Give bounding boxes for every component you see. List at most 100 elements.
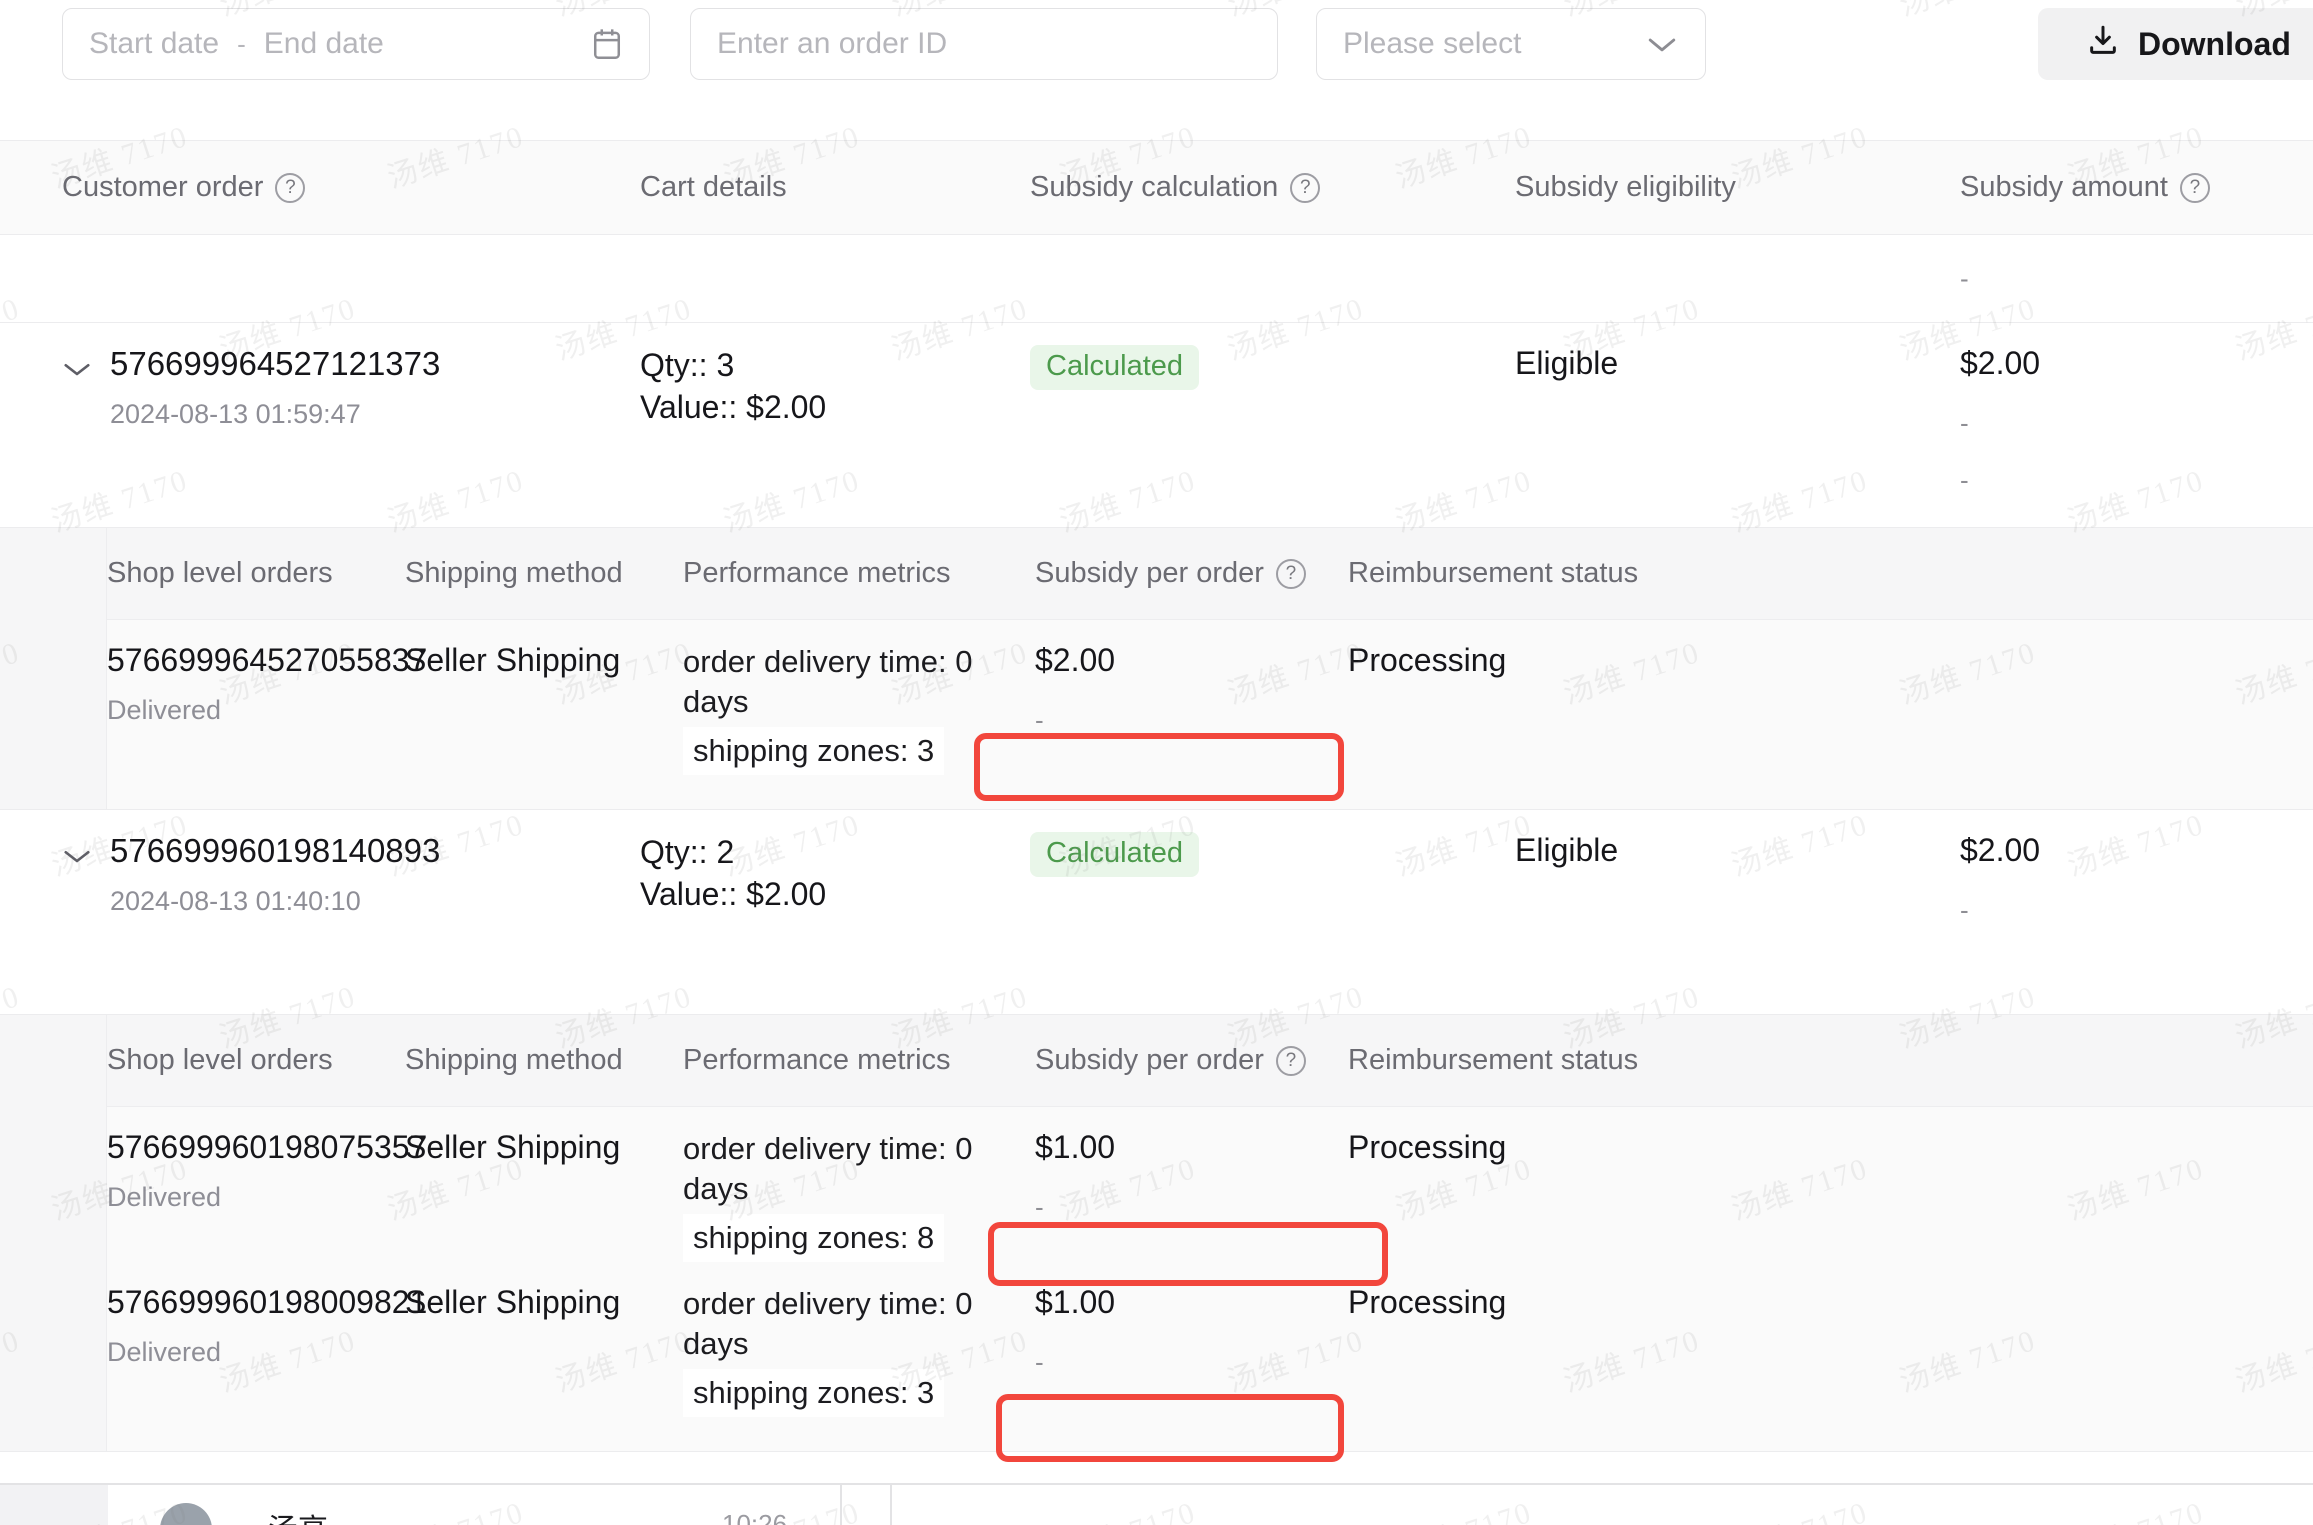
subsidy-per-order-cell: $2.00 - [1035,642,1348,775]
shop-order-cell: 576699960198009821 Delivered [107,1284,428,1417]
end-date-placeholder: End date [263,27,384,60]
expand-gutter [0,1015,107,1452]
shipping-method-cell: Seller Shipping [405,1284,683,1417]
shop-order-id: 576699964527055837 [107,642,428,678]
shipping-method-cell: Seller Shipping [405,642,683,775]
shop-order-cell: 576699964527055837 Delivered [107,642,428,775]
status-select-placeholder: Please select [1343,27,1522,60]
order-id-placeholder: Enter an order ID [717,27,948,60]
page-root: Start date - End date Enter an order ID … [0,0,2313,1525]
sub-column-header-performance-metrics: Performance metrics [683,557,1035,590]
subsidy-amount-dash: - [1960,895,1969,926]
start-date-placeholder: Start date [89,27,220,60]
subsidy-per-order-cell: $1.00 - [1035,1129,1348,1262]
sub-column-header-subsidy-per-order: Subsidy per order ? [1035,1044,1348,1077]
subsidy-eligibility-cell: Eligible [1515,345,1960,527]
subsidy-eligibility-cell: Eligible [1515,832,1960,1014]
performance-metrics-cell: order delivery time: 0 days shipping zon… [683,642,1035,776]
calendar-icon [591,27,623,61]
bottom-chat-strip: 汤高 10:26 [0,1483,2313,1525]
sub-table-row[interactable]: 576699960198009821 Delivered Seller Ship… [107,1262,2313,1452]
shop-order-status: Delivered [107,694,222,725]
help-icon[interactable]: ? [275,172,306,203]
subsidy-table: Customer order ? Cart details Subsidy ca… [0,140,2313,1453]
performance-metrics-cell: order delivery time: 0 days shipping zon… [683,1129,1035,1263]
cart-value: Value:: $2.00 [640,875,827,912]
table-row[interactable]: 576699964527121373 2024-08-13 01:59:47 Q… [0,323,2313,528]
shipping-method-value: Seller Shipping [405,1284,621,1321]
sub-table-row[interactable]: 576699960198075357 Delivered Seller Ship… [107,1107,2313,1263]
table-row-partial: - [0,235,2313,323]
sub-column-header-reimbursement-status: Reimbursement status [1348,557,1828,590]
column-header-label: Subsidy eligibility [1515,171,1736,203]
avatar[interactable] [160,1503,212,1525]
table-row[interactable]: 576699960198140893 2024-08-13 01:40:10 Q… [0,810,2313,1016]
strip-divider [0,1483,2313,1485]
column-header-subsidy-eligibility: Subsidy eligibility [1515,171,1960,204]
shipping-method-value: Seller Shipping [405,642,621,678]
reimbursement-status-value: Processing [1348,1129,1507,1166]
subsidy-amount-dash: - [1960,263,1969,293]
subsidy-per-order-value: $2.00 [1035,642,1116,678]
subsidy-per-order-dash: - [1035,1347,1044,1378]
column-header-subsidy-amount: Subsidy amount ? [1960,171,2313,204]
column-header-customer-order: Customer order ? [0,171,640,204]
strip-vertical-divider [890,1485,892,1525]
subsidy-calculation-cell: Calculated [1030,345,1515,527]
subsidy-amount-dash: - [1960,465,1969,495]
strip-left-panel [0,1485,108,1525]
customer-order-cell: 576699960198140893 2024-08-13 01:40:10 [0,832,640,1014]
sub-column-header-shop-level-orders: Shop level orders [107,1044,405,1077]
metric-shipping-zones: shipping zones: 3 [683,1369,945,1418]
help-icon[interactable]: ? [2179,172,2210,203]
subsidy-amount-value: $2.00 [1960,832,2041,869]
shop-order-id: 576699960198009821 [107,1284,428,1321]
help-icon[interactable]: ? [1275,558,1306,589]
date-range-picker[interactable]: Start date - End date [62,8,650,80]
column-header-label: Subsidy calculation [1030,171,1279,203]
sub-table-header-row: Shop level orders Shipping method Perfor… [107,528,2313,620]
sub-column-header-subsidy-per-order: Subsidy per order ? [1035,557,1348,590]
metric-shipping-zones: shipping zones: 8 [683,1214,945,1263]
sub-column-header-label: Subsidy per order [1035,1044,1264,1077]
shop-order-cell: 576699960198075357 Delivered [107,1129,428,1262]
order-id: 576699960198140893 [110,832,441,870]
sub-column-header-label: Subsidy per order [1035,557,1264,589]
download-button[interactable]: Download [2038,8,2313,80]
eligibility-value: Eligible [1515,345,1619,381]
sub-column-header-label: Shipping method [405,557,623,589]
column-header-subsidy-calculation: Subsidy calculation ? [1030,171,1515,204]
subsidy-amount-cell: $2.00 - - [1960,345,2313,527]
sub-column-header-reimbursement-status: Reimbursement status [1348,1044,1828,1077]
chat-timestamp: 10:26 [722,1509,788,1525]
reimbursement-status-cell: Processing [1348,642,1828,775]
help-icon[interactable]: ? [1290,172,1321,203]
metric-delivery-time: order delivery time: 0 days [683,1286,973,1361]
metric-delivery-time: order delivery time: 0 days [683,644,973,719]
subsidy-amount-cell: $2.00 - [1960,832,2313,1014]
sub-table-row[interactable]: 576699964527055837 Delivered Seller Ship… [107,620,2313,810]
order-id-input-wrapper[interactable]: Enter an order ID [690,8,1278,80]
chevron-down-icon[interactable] [62,355,92,385]
sub-column-header-label: Reimbursement status [1348,1044,1639,1077]
subsidy-amount-dash: - [1960,408,1969,438]
subsidy-per-order-cell: $1.00 - [1035,1284,1348,1417]
help-icon[interactable]: ? [1275,1045,1306,1076]
metric-shipping-zones: shipping zones: 3 [683,727,945,776]
status-select[interactable]: Please select [1316,8,1706,80]
column-header-cart-details: Cart details [640,171,1030,204]
reimbursement-status-cell: Processing [1348,1129,1828,1262]
chat-contact-name[interactable]: 汤高 [268,1505,328,1525]
chevron-down-icon[interactable] [62,842,92,872]
strip-vertical-divider [840,1485,842,1525]
sub-column-header-label: Performance metrics [683,1044,951,1077]
shop-level-orders-table: Shop level orders Shipping method Perfor… [0,528,2313,811]
status-badge: Calculated [1030,345,1200,390]
shop-level-orders-table: Shop level orders Shipping method Perfor… [0,1015,2313,1453]
download-icon [2086,23,2120,65]
sub-table-header-row: Shop level orders Shipping method Perfor… [107,1015,2313,1108]
order-id: 576699964527121373 [110,345,441,382]
sub-column-header-label: Shipping method [405,1044,623,1077]
shop-order-id: 576699960198075357 [107,1129,428,1166]
reimbursement-status-value: Processing [1348,1284,1507,1321]
